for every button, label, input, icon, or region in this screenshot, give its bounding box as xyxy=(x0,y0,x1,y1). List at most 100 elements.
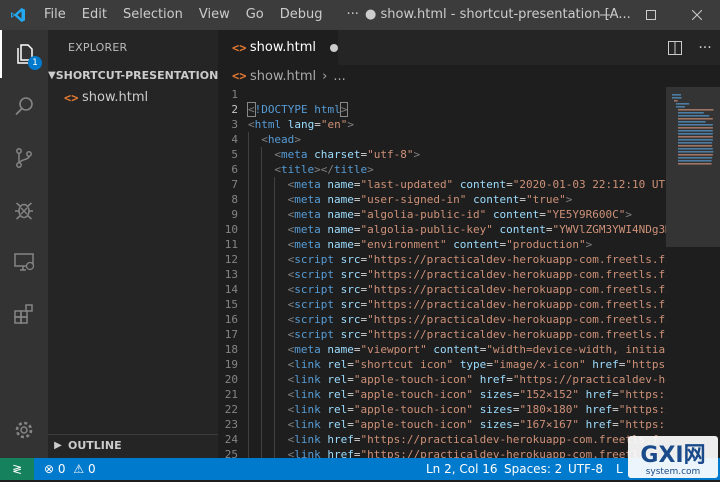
indent-guide xyxy=(274,432,276,447)
code-line[interactable]: 12 <script src="https://practicaldev-hero… xyxy=(218,252,666,267)
code-line[interactable]: 20 <link rel="apple-touch-icon" href="htt… xyxy=(218,372,666,387)
line-ending[interactable]: L xyxy=(616,458,623,480)
indent-guide xyxy=(261,297,263,312)
gear-icon xyxy=(15,421,33,439)
remote-indicator[interactable]: ≷ xyxy=(0,458,34,480)
code-line[interactable]: 22 <link rel="apple-touch-icon" sizes="18… xyxy=(218,402,666,417)
code-text: <script src="https://practicaldev-heroku… xyxy=(287,328,666,341)
menu-edit[interactable]: Edit xyxy=(74,0,115,30)
line-number: 2 xyxy=(231,103,238,116)
code-line[interactable]: 2 <!DOCTYPE html> xyxy=(218,102,666,117)
unsaved-dot-icon[interactable] xyxy=(330,43,338,52)
menu-debug[interactable]: Debug xyxy=(272,0,331,30)
indent-guide xyxy=(248,237,249,252)
indent-guide xyxy=(274,342,276,357)
code-text: <meta name="environment" content="produc… xyxy=(287,238,593,251)
code-line[interactable]: 16 <script src="https://practicaldev-hero… xyxy=(218,312,666,327)
code-line[interactable]: 5 <meta charset="utf-8"> xyxy=(218,147,666,162)
encoding[interactable]: UTF-8 xyxy=(568,458,603,480)
code-line[interactable]: 23 <link rel="apple-touch-icon" sizes="16… xyxy=(218,417,666,432)
indent-guide xyxy=(274,222,276,237)
code-text: <script src="https://practicaldev-heroku… xyxy=(287,298,666,311)
indent-guide xyxy=(248,372,249,387)
minimize-icon xyxy=(600,14,610,16)
settings-button[interactable] xyxy=(0,406,48,454)
indent-guide xyxy=(274,447,276,458)
file-name: show.html xyxy=(82,90,149,105)
indent-guide xyxy=(248,207,249,222)
split-editor-button[interactable] xyxy=(660,30,690,65)
source-control-button[interactable] xyxy=(0,134,48,182)
code-line[interactable]: 6 <title></title> xyxy=(218,162,666,177)
file-item-show-html[interactable]: <> show.html xyxy=(48,87,218,109)
extensions-button[interactable] xyxy=(0,290,48,338)
code-line[interactable]: 9 <meta name="algolia-public-id" content=… xyxy=(218,207,666,222)
line-number: 13 xyxy=(224,268,238,281)
line-number: 17 xyxy=(224,328,238,341)
indent-guide xyxy=(248,387,249,402)
indent-guide xyxy=(261,357,263,372)
indent-guide xyxy=(274,267,276,282)
debug-button[interactable] xyxy=(0,186,48,234)
code-text: <link rel="shortcut icon" type="image/x-… xyxy=(287,358,666,371)
indent-guide xyxy=(274,252,276,267)
indent-guide xyxy=(261,402,263,417)
menu-more[interactable]: ··· xyxy=(331,0,367,30)
search-button[interactable] xyxy=(0,82,48,130)
maximize-button[interactable] xyxy=(628,0,674,30)
line-number: 21 xyxy=(224,388,238,401)
line-number: 25 xyxy=(224,448,238,458)
minimap[interactable] xyxy=(666,87,720,458)
code-line[interactable]: 13 <script src="https://practicaldev-hero… xyxy=(218,267,666,282)
code-text: <link rel="apple-touch-icon" sizes="167×… xyxy=(287,418,666,431)
folder-header[interactable]: ▼ SHORTCUT-PRESENTATION xyxy=(48,65,218,87)
code-line[interactable]: 11 <meta name="environment" content="prod… xyxy=(218,237,666,252)
code-line[interactable]: 4 <head> xyxy=(218,132,666,147)
menu-view[interactable]: View xyxy=(191,0,238,30)
breadcrumb-more[interactable]: ... xyxy=(333,69,345,84)
cursor-position[interactable]: Ln 2, Col 16 xyxy=(426,458,498,480)
code-text: <meta name="last-updated" content="2020-… xyxy=(287,178,666,191)
code-line[interactable]: 21 <link rel="apple-touch-icon" sizes="15… xyxy=(218,387,666,402)
indent-guide xyxy=(274,312,276,327)
code-line[interactable]: 15 <script src="https://practicaldev-hero… xyxy=(218,297,666,312)
status-bar: ≷ ⊗ 0 ⚠ 0 Ln 2, Col 16 Spaces: 2 UTF-8 L xyxy=(0,458,720,480)
outline-section[interactable]: ▶ OUTLINE xyxy=(48,434,218,458)
indent-guide xyxy=(261,192,263,207)
indent-guide xyxy=(274,297,276,312)
explorer-button[interactable]: 1 xyxy=(0,30,48,78)
code-line[interactable]: 14 <script src="https://practicaldev-hero… xyxy=(218,282,666,297)
line-number: 11 xyxy=(224,238,238,251)
code-line[interactable]: 8 <meta name="user-signed-in" content="tr… xyxy=(218,192,666,207)
code-line[interactable]: 10 <meta name="algolia-public-key" conten… xyxy=(218,222,666,237)
code-editor[interactable]: 1 2 <!DOCTYPE html> 3 <html lang="en"> 4 <head… xyxy=(218,87,666,458)
minimap-line xyxy=(678,136,713,138)
problems-indicator[interactable]: ⊗ 0 ⚠ 0 xyxy=(44,458,96,480)
code-line[interactable]: 17 <script src="https://practicaldev-hero… xyxy=(218,327,666,342)
code-line[interactable]: 25 <link href="https://practicaldev-herok… xyxy=(218,447,666,458)
remote-explorer-button[interactable] xyxy=(0,238,48,286)
code-text: <link rel="apple-touch-icon" sizes="152×… xyxy=(287,388,666,401)
more-actions-button[interactable]: ··· xyxy=(690,30,720,65)
line-number: 4 xyxy=(231,133,238,146)
indentation[interactable]: Spaces: 2 xyxy=(504,458,562,480)
breadcrumb-file[interactable]: show.html xyxy=(250,69,316,84)
code-text: <meta name="algolia-public-key" content=… xyxy=(287,223,666,236)
tab-show-html[interactable]: <> show.html xyxy=(218,30,338,65)
minimize-button[interactable] xyxy=(582,0,628,30)
code-line[interactable]: 7 <meta name="last-updated" content="2020… xyxy=(218,177,666,192)
code-text: <meta name="algolia-public-id" content="… xyxy=(287,208,633,221)
indent-guide xyxy=(274,417,276,432)
code-line[interactable]: 1 xyxy=(218,87,666,102)
close-button[interactable] xyxy=(674,0,720,30)
code-line[interactable]: 18 <meta name="viewport" content="width=d… xyxy=(218,342,666,357)
indent-guide xyxy=(274,237,276,252)
code-line[interactable]: 24 <link href="https://practicaldev-herok… xyxy=(218,432,666,447)
code-line[interactable]: 3 <html lang="en"> xyxy=(218,117,666,132)
code-line[interactable]: 19 <link rel="shortcut icon" type="image/… xyxy=(218,357,666,372)
indent-guide xyxy=(261,222,263,237)
menu-go[interactable]: Go xyxy=(238,0,272,30)
code-text: <script src="https://practicaldev-heroku… xyxy=(287,253,666,266)
menu-file[interactable]: File xyxy=(36,0,74,30)
menu-selection[interactable]: Selection xyxy=(115,0,191,30)
